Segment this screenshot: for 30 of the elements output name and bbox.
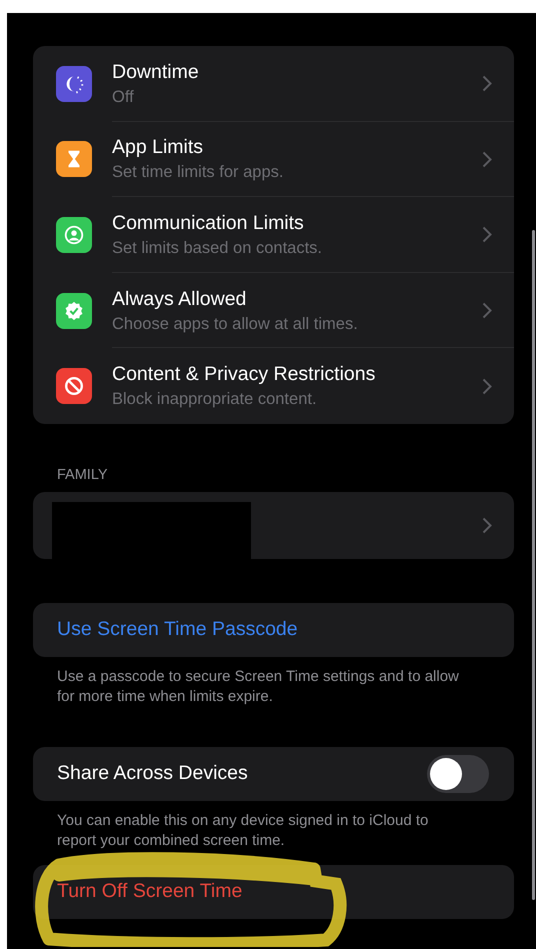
person-icon (63, 224, 85, 246)
prohibited-icon (63, 375, 85, 398)
passcode-button[interactable]: Use Screen Time Passcode (33, 602, 514, 657)
settings-row[interactable]: Communication Limits Set limits based on contacts. (33, 197, 514, 273)
chevron-icon (482, 226, 492, 244)
settings-row[interactable]: Content & Privacy Restrictions Block inappropriate content. (33, 348, 514, 424)
row-subtitle: Set limits based on contacts. (112, 238, 324, 258)
checkmark-badge-icon (63, 300, 85, 322)
row-subtitle: Choose apps to allow at all times. (112, 314, 359, 334)
row-title: Always Allowed (112, 288, 248, 311)
row-subtitle: Set time limits for apps. (112, 163, 284, 182)
section-footer: Use a passcode to secure Screen Time settings and to allow for more time when limits expire. (33, 656, 514, 707)
row-label: Share Across Devices (57, 762, 248, 786)
chevron-icon (482, 378, 492, 395)
chevron-icon (482, 75, 492, 92)
section-header: FAMILY (57, 466, 108, 483)
row-subtitle: Block inappropriate content. (112, 390, 318, 410)
chevron-icon (482, 302, 492, 320)
settings-row[interactable]: Always Allowed Choose apps to allow at all times. (33, 272, 514, 348)
chevron-icon (482, 150, 492, 168)
chevron-icon (482, 516, 492, 534)
row-title: App Limits (112, 136, 204, 160)
section-footer: You can enable this on any device signed in to iCloud to report your combined screen time. (33, 800, 514, 851)
row-title: Content & Privacy Restrictions (112, 363, 376, 386)
settings-row[interactable]: App Limits Set time limits for apps. (33, 122, 514, 198)
row-title: Downtime (112, 60, 200, 84)
row-subtitle: Off (112, 88, 135, 107)
row-title: Communication Limits (112, 212, 305, 235)
toggle-switch[interactable] (427, 754, 489, 793)
settings-row[interactable]: Downtime Off (33, 46, 514, 122)
